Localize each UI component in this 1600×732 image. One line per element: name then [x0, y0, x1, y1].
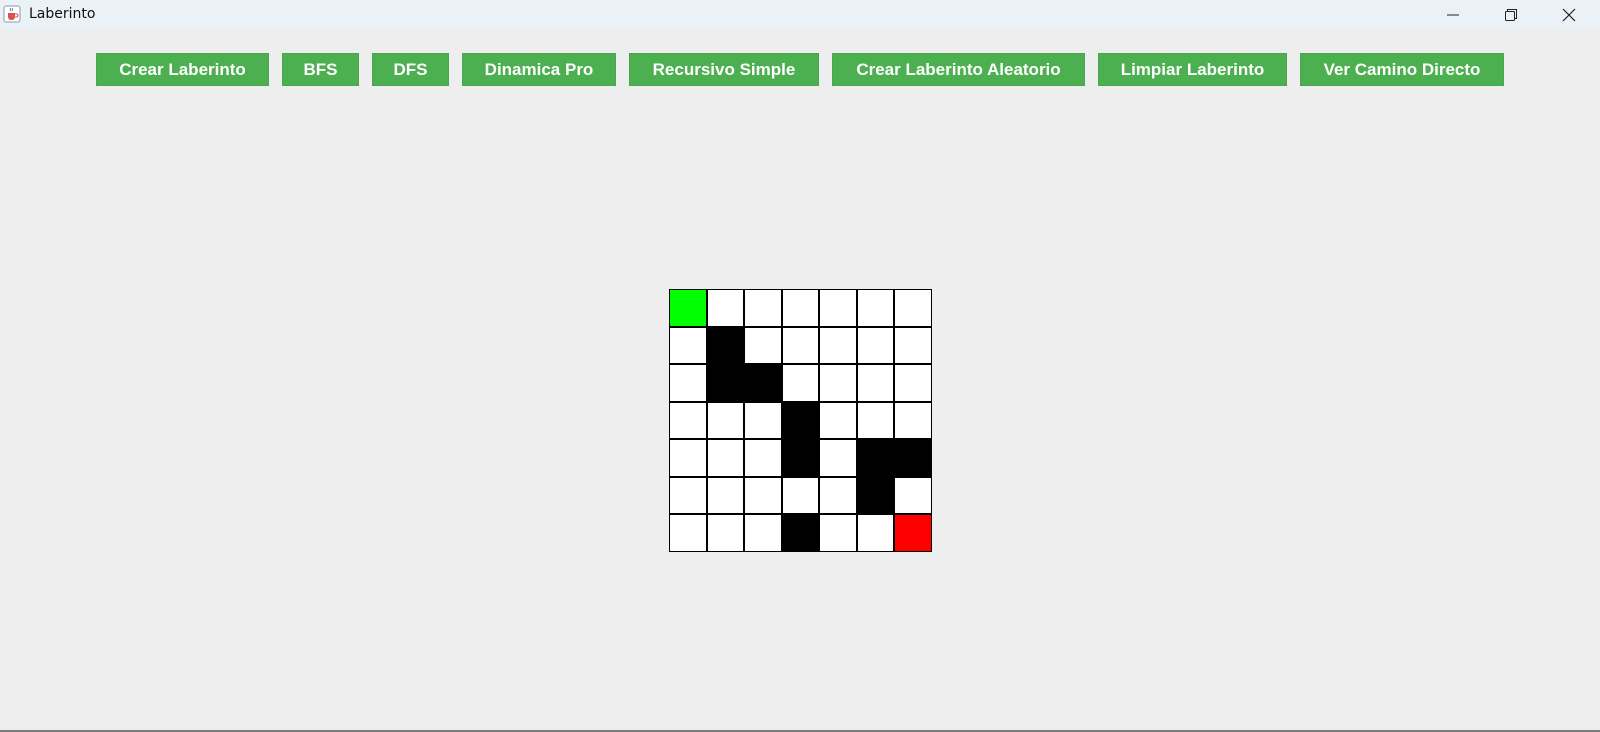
maze-cell[interactable] [744, 289, 782, 327]
maze-end-cell[interactable] [894, 514, 932, 552]
maze-wall-cell[interactable] [856, 439, 894, 477]
maze-cell[interactable] [706, 439, 744, 477]
maze-cell[interactable] [669, 514, 707, 552]
crear-laberinto-button[interactable]: Crear Laberinto [96, 53, 269, 86]
maze-cell[interactable] [856, 401, 894, 439]
maze-cell[interactable] [669, 326, 707, 364]
maze-cell[interactable] [669, 364, 707, 402]
java-cup-icon [3, 5, 21, 23]
maze-cell[interactable] [856, 364, 894, 402]
maze-cell[interactable] [669, 476, 707, 514]
maze-wall-cell[interactable] [744, 364, 782, 402]
maze-cell[interactable] [894, 476, 932, 514]
title-bar: Laberinto [0, 0, 1600, 29]
crear-laberinto-aleatorio-button[interactable]: Crear Laberinto Aleatorio [832, 53, 1085, 86]
maze-cell[interactable] [744, 401, 782, 439]
maze-cell[interactable] [706, 289, 744, 327]
maze-cell[interactable] [781, 326, 819, 364]
maze-cell[interactable] [894, 401, 932, 439]
close-icon [1562, 8, 1576, 22]
minimize-button[interactable] [1424, 0, 1482, 29]
maze-cell[interactable] [706, 476, 744, 514]
window-title: Laberinto [29, 6, 96, 22]
ver-camino-directo-button[interactable]: Ver Camino Directo [1300, 53, 1504, 86]
maze-wall-cell[interactable] [856, 476, 894, 514]
maze-wall-cell[interactable] [781, 401, 819, 439]
maze-cell[interactable] [781, 364, 819, 402]
bfs-button[interactable]: BFS [282, 53, 359, 86]
maze-cell[interactable] [819, 439, 857, 477]
maze-wall-cell[interactable] [781, 439, 819, 477]
maze-wall-cell[interactable] [894, 439, 932, 477]
maze-cell[interactable] [744, 476, 782, 514]
maze-grid[interactable] [669, 289, 932, 552]
maze-cell[interactable] [706, 401, 744, 439]
restore-icon [1505, 8, 1517, 21]
maze-cell[interactable] [706, 514, 744, 552]
maze-cell[interactable] [856, 326, 894, 364]
maze-cell[interactable] [669, 439, 707, 477]
limpiar-laberinto-button[interactable]: Limpiar Laberinto [1098, 53, 1287, 86]
maze-cell[interactable] [819, 514, 857, 552]
maze-cell[interactable] [781, 289, 819, 327]
maze-cell[interactable] [669, 401, 707, 439]
close-button[interactable] [1540, 0, 1598, 29]
maze-cell[interactable] [781, 476, 819, 514]
maze-cell[interactable] [744, 514, 782, 552]
minimize-icon [1447, 9, 1459, 21]
dinamica-pro-button[interactable]: Dinamica Pro [462, 53, 616, 86]
maze-cell[interactable] [819, 326, 857, 364]
maze-wall-cell[interactable] [781, 514, 819, 552]
maze-cell[interactable] [819, 476, 857, 514]
maze-cell[interactable] [819, 289, 857, 327]
maze-cell[interactable] [744, 326, 782, 364]
maze-wall-cell[interactable] [706, 364, 744, 402]
dfs-button[interactable]: DFS [372, 53, 449, 86]
maze-cell[interactable] [894, 326, 932, 364]
maze-cell[interactable] [856, 514, 894, 552]
maze-start-cell[interactable] [669, 289, 707, 327]
maze-wall-cell[interactable] [706, 326, 744, 364]
maze-cell[interactable] [894, 289, 932, 327]
maze-cell[interactable] [894, 364, 932, 402]
maze-cell[interactable] [819, 364, 857, 402]
maze-cell[interactable] [819, 401, 857, 439]
main-panel: Crear Laberinto BFS DFS Dinamica Pro Rec… [0, 29, 1600, 730]
maze-cell[interactable] [744, 439, 782, 477]
recursivo-simple-button[interactable]: Recursivo Simple [629, 53, 819, 86]
restore-button[interactable] [1482, 0, 1540, 29]
maze-cell[interactable] [856, 289, 894, 327]
